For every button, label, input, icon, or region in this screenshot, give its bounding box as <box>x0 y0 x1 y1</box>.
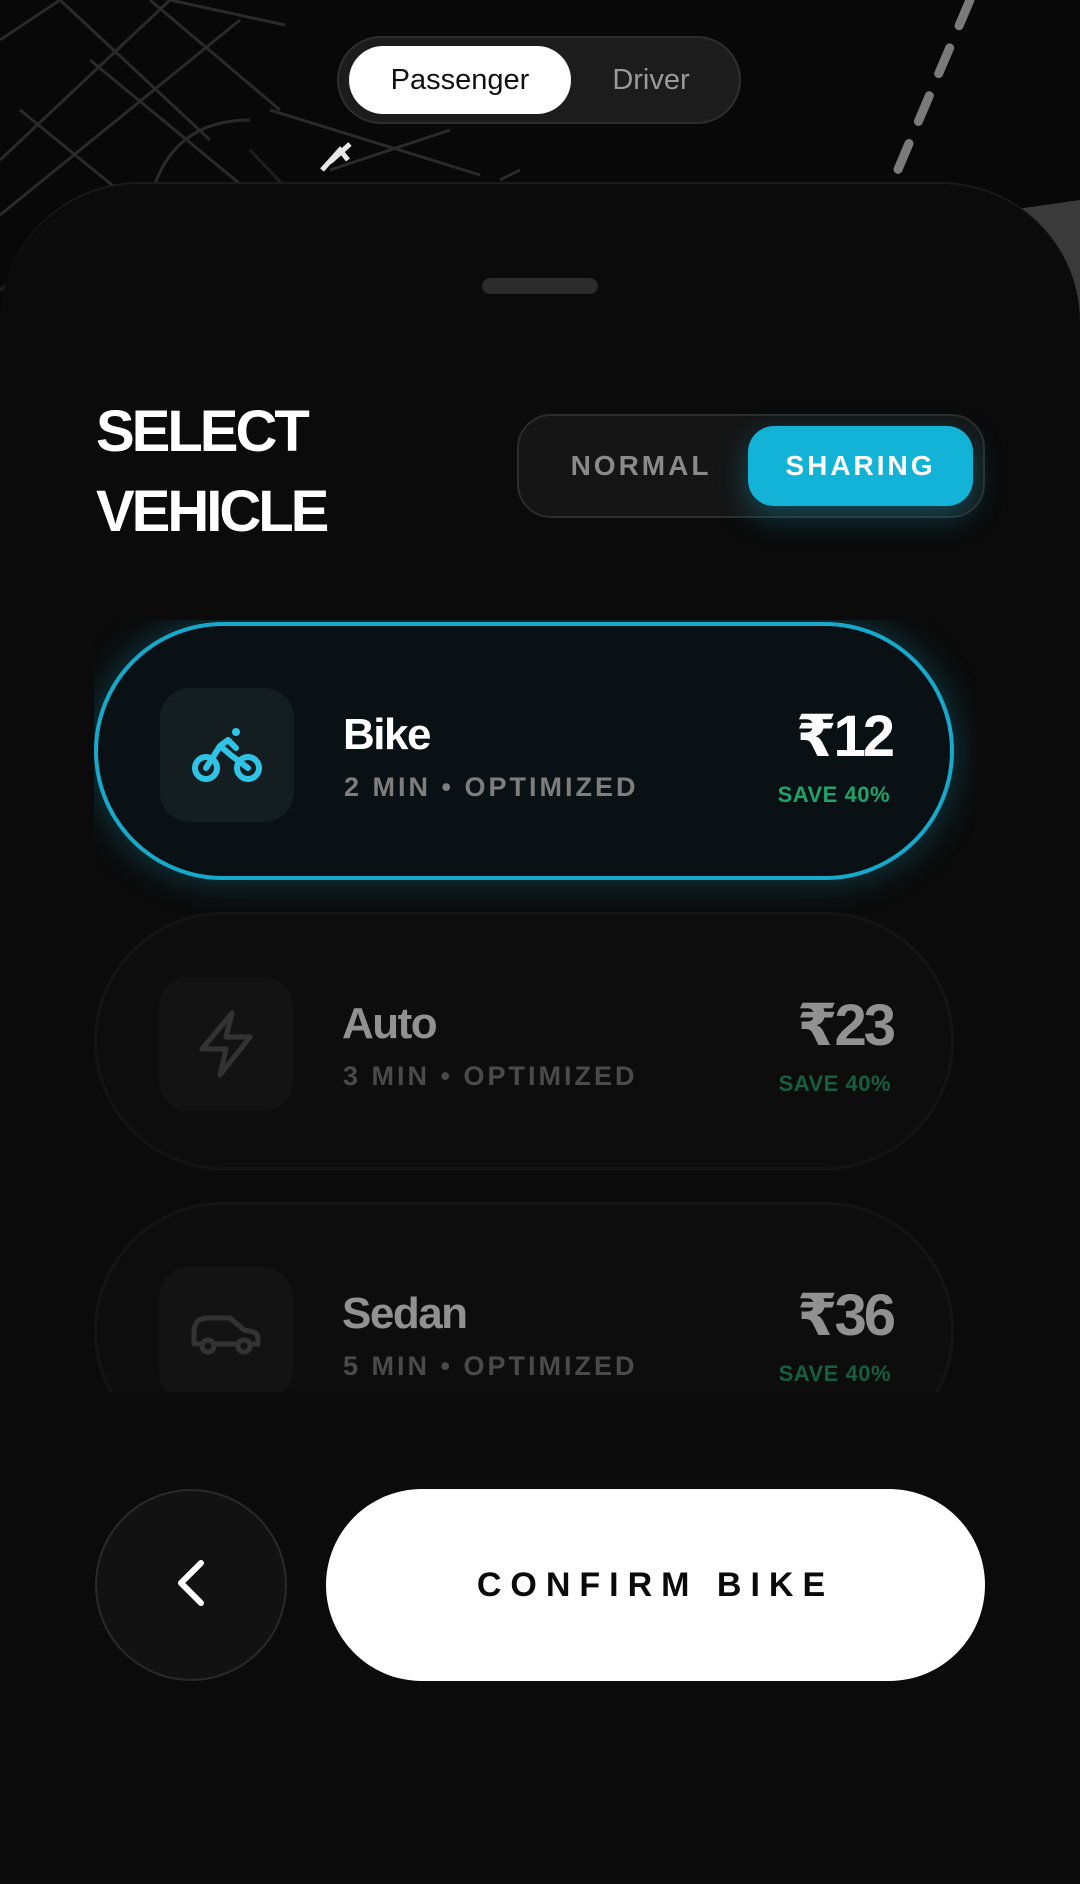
ride-mode-toggle: NORMAL SHARING <box>517 414 985 518</box>
vehicle-list[interactable]: Bike 2 MIN • OPTIMIZED ₹12 SAVE 40% Auto… <box>94 620 976 1392</box>
driver-tab[interactable]: Driver <box>571 46 731 114</box>
title-line-1: SELECT <box>96 399 310 464</box>
vehicle-savings: SAVE 40% <box>778 1071 891 1096</box>
page-title: SELECT VEHICLE <box>96 392 329 552</box>
sheet-drag-handle[interactable] <box>482 278 598 294</box>
vehicle-savings: SAVE 40% <box>778 1361 891 1386</box>
vehicle-eta: 2 MIN • OPTIMIZED <box>344 772 639 802</box>
vehicle-savings: SAVE 40% <box>777 782 890 807</box>
passenger-tab[interactable]: Passenger <box>349 46 571 114</box>
lightning-icon <box>159 977 293 1111</box>
mode-normal-tab[interactable]: NORMAL <box>531 426 751 506</box>
vehicle-price: ₹23 <box>797 993 896 1058</box>
vehicle-option-bike[interactable]: Bike 2 MIN • OPTIMIZED ₹12 SAVE 40% <box>94 622 954 880</box>
chevron-left-icon <box>173 1557 209 1614</box>
vehicle-name: Sedan <box>342 1289 468 1338</box>
bicycle-icon <box>160 688 294 822</box>
vehicle-name: Auto <box>342 999 438 1048</box>
vehicle-name: Bike <box>343 710 431 759</box>
role-toggle: Passenger Driver <box>337 36 741 124</box>
mode-sharing-tab[interactable]: SHARING <box>748 426 973 506</box>
vehicle-price: ₹36 <box>797 1283 896 1348</box>
vehicle-option-auto[interactable]: Auto 3 MIN • OPTIMIZED ₹23 SAVE 40% <box>94 912 954 1170</box>
title-line-2: VEHICLE <box>96 479 329 544</box>
vehicle-price: ₹12 <box>796 704 895 769</box>
vehicle-eta: 3 MIN • OPTIMIZED <box>343 1061 638 1091</box>
car-icon <box>159 1267 293 1392</box>
vehicle-eta: 5 MIN • OPTIMIZED <box>343 1351 638 1381</box>
back-button[interactable] <box>95 1489 287 1681</box>
vehicle-option-sedan[interactable]: Sedan 5 MIN • OPTIMIZED ₹36 SAVE 40% <box>94 1202 954 1392</box>
confirm-button[interactable]: CONFIRM BIKE <box>326 1489 985 1681</box>
